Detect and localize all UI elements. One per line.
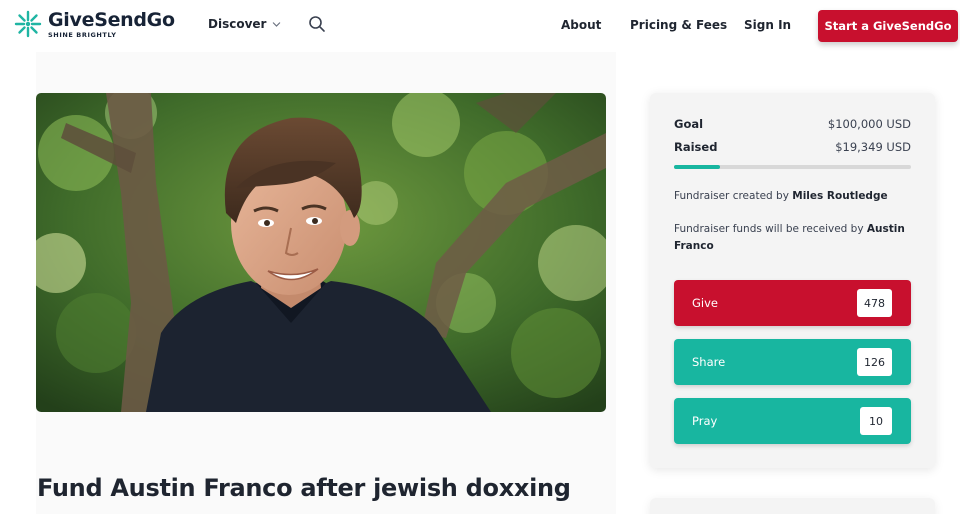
fundraiser-creator-text: Fundraiser created by Miles Routledge <box>674 188 914 205</box>
goal-value: $100,000 USD <box>827 117 911 131</box>
site-header: GiveSendGo SHINE BRIGHTLY Discover About… <box>0 0 960 52</box>
raised-value: $19,349 USD <box>835 140 911 154</box>
share-button-label: Share <box>692 355 726 369</box>
logo-star-icon <box>14 10 42 38</box>
search-icon[interactable] <box>308 15 326 33</box>
nav-discover[interactable]: Discover <box>208 17 281 31</box>
raised-label: Raised <box>674 140 718 154</box>
secondary-card <box>650 498 935 514</box>
chevron-down-icon <box>273 21 281 27</box>
nav-discover-label: Discover <box>208 17 267 31</box>
nav-sign-in[interactable]: Sign In <box>744 18 791 32</box>
progress-fill <box>674 165 720 169</box>
goal-label: Goal <box>674 117 704 131</box>
share-count: 126 <box>857 348 892 376</box>
start-givesendgo-button[interactable]: Start a GiveSendGo <box>818 10 958 42</box>
nav-pricing-fees[interactable]: Pricing & Fees <box>630 18 727 32</box>
pray-button[interactable]: Pray 10 <box>674 398 911 444</box>
fundraising-progress-bar <box>674 165 911 169</box>
raised-row: Raised $19,349 USD <box>674 140 911 154</box>
share-button[interactable]: Share 126 <box>674 339 911 385</box>
give-button[interactable]: Give 478 <box>674 280 911 326</box>
donation-summary-card: Goal $100,000 USD Raised $19,349 USD Fun… <box>650 93 935 468</box>
goal-row: Goal $100,000 USD <box>674 117 911 131</box>
campaign-photo-illustration <box>36 93 606 412</box>
campaign-title: Fund Austin Franco after jewish doxxing <box>37 474 571 502</box>
fundraiser-recipient-text: Fundraiser funds will be received by Aus… <box>674 221 914 255</box>
logo-word-give: Give <box>48 8 95 31</box>
recipient-prefix: Fundraiser funds will be received by <box>674 223 867 235</box>
give-button-label: Give <box>692 296 718 310</box>
give-count: 478 <box>857 289 892 317</box>
campaign-photo <box>36 93 606 412</box>
logo-wordmark: GiveSendGo <box>48 10 175 30</box>
creator-prefix: Fundraiser created by <box>674 190 793 202</box>
pray-count: 10 <box>860 407 892 435</box>
logo-word-sendgo: SendGo <box>94 8 175 31</box>
site-logo[interactable]: GiveSendGo SHINE BRIGHTLY <box>13 9 175 39</box>
creator-name[interactable]: Miles Routledge <box>792 190 887 202</box>
nav-about[interactable]: About <box>561 18 601 32</box>
logo-tagline: SHINE BRIGHTLY <box>48 30 117 39</box>
pray-button-label: Pray <box>692 414 718 428</box>
